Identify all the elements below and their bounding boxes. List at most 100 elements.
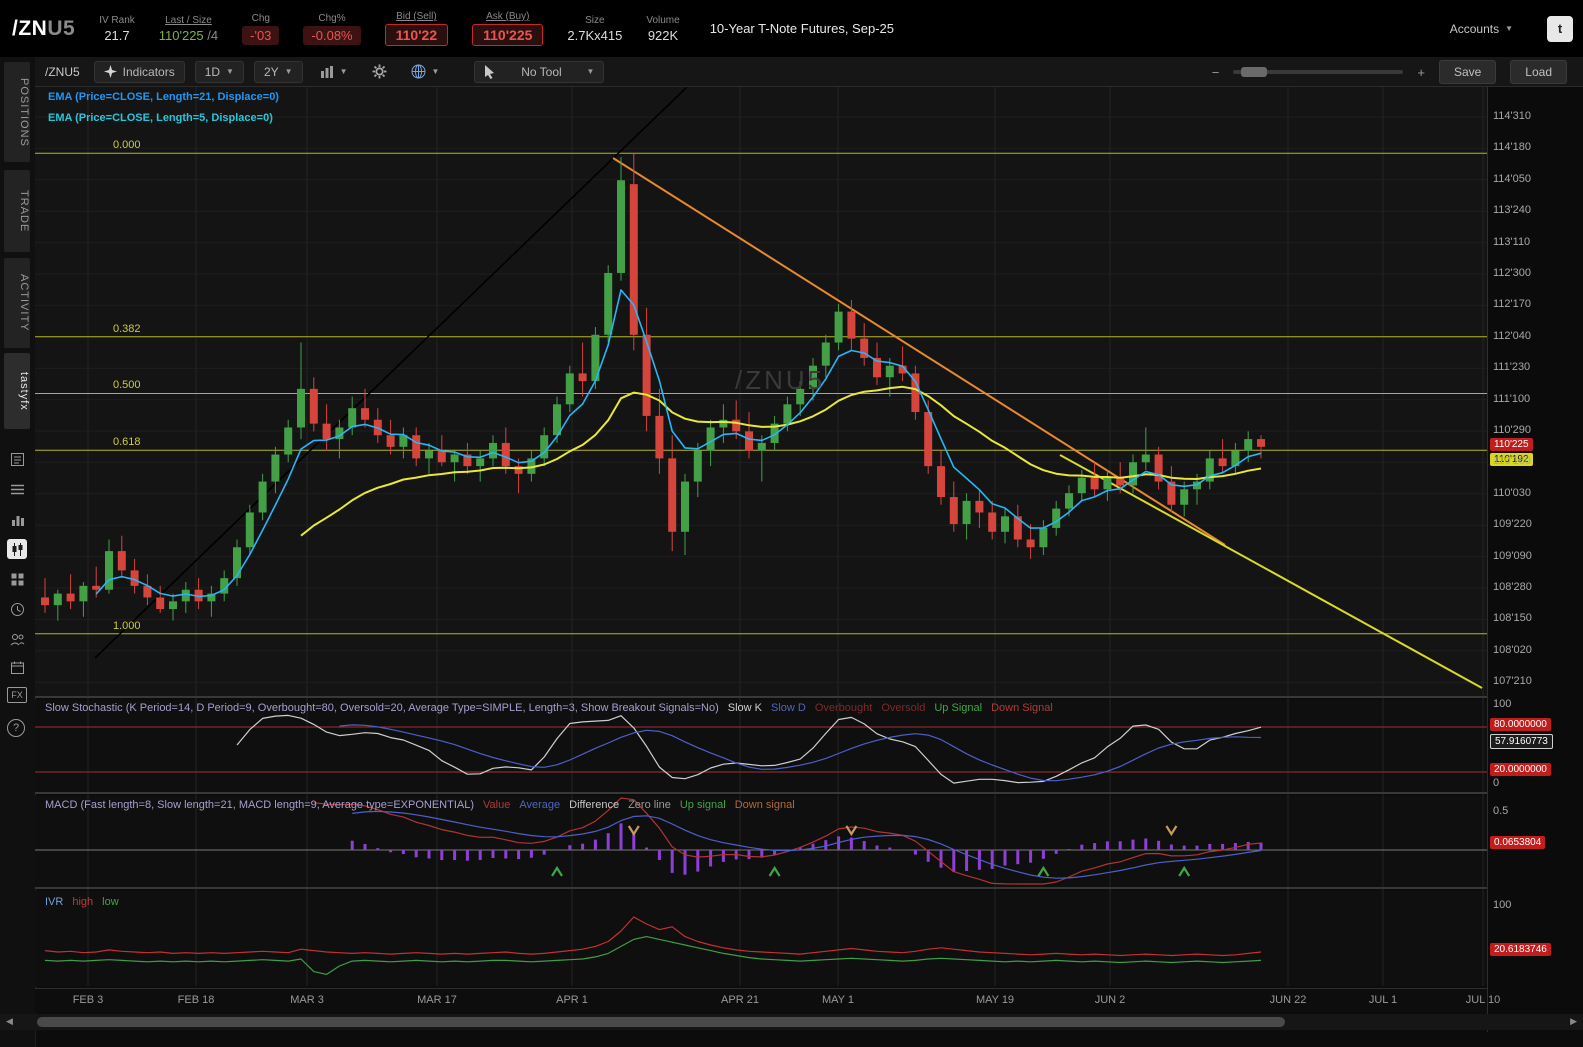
- iv-rank-value: 21.7: [104, 27, 130, 43]
- indicators-button[interactable]: Indicators: [93, 60, 185, 83]
- compare-grid-icon: [411, 64, 425, 79]
- chart-scrollbar[interactable]: ◀ ▶: [0, 1014, 1583, 1030]
- price-axis-label: 112'170: [1493, 298, 1531, 311]
- chgpct-value: -0.08%: [303, 25, 361, 45]
- price-axis-label: 109'090: [1493, 549, 1532, 562]
- symbol: /ZNU5: [12, 16, 76, 40]
- contract-title: 10-Year T-Note Futures, Sep-25: [709, 21, 894, 36]
- stoch-axis-top: 100: [1493, 698, 1512, 710]
- help-icon[interactable]: ?: [7, 719, 25, 737]
- stoch-axis-bottom: 0: [1493, 777, 1500, 789]
- scrollbar-handle[interactable]: [37, 1017, 1285, 1027]
- chgpct-label: Chg%: [318, 12, 346, 24]
- last-price: 110'225: [158, 27, 204, 43]
- iv-rank-label: IV Rank: [99, 14, 135, 26]
- price-axis-label: 112'040: [1493, 329, 1531, 342]
- price-axis-label: 110'030: [1493, 486, 1531, 499]
- app-badge-icon[interactable]: t: [1547, 15, 1573, 42]
- chevron-down-icon: ▼: [586, 67, 595, 76]
- time-axis-label: JUL 1: [1368, 994, 1398, 1006]
- chg-value: -'03: [242, 25, 280, 45]
- fx-icon[interactable]: FX: [7, 687, 27, 703]
- timeframe-dropdown[interactable]: 1D ▼: [194, 60, 244, 83]
- price-axis-label: 110'160: [1493, 455, 1531, 468]
- calendar-icon[interactable]: [7, 657, 27, 677]
- chart-settings-button[interactable]: [365, 61, 394, 82]
- sidebar-tab-activity[interactable]: ACTIVITY: [4, 258, 30, 348]
- price-axis-label: 107'210: [1493, 675, 1532, 688]
- price-axis-label: 112'300: [1493, 267, 1531, 279]
- load-button[interactable]: Load: [1510, 60, 1567, 84]
- size-value: 2.7Kx415: [567, 27, 623, 43]
- ask-label: Ask (Buy): [486, 11, 530, 22]
- bid-button[interactable]: 110'22: [384, 24, 449, 46]
- ivr-axis-top: 100: [1493, 899, 1512, 911]
- chevron-down-icon: ▼: [339, 67, 348, 76]
- price-chart-canvas[interactable]: [35, 87, 1487, 986]
- ask-button[interactable]: 110'225: [472, 24, 544, 46]
- last-size: /4: [207, 27, 219, 43]
- news-icon[interactable]: [7, 449, 27, 469]
- zoom-in-button[interactable]: +: [1417, 65, 1425, 80]
- stoch-oversold-tag: 20.0000000: [1490, 763, 1551, 776]
- history-clock-icon[interactable]: [7, 599, 27, 619]
- chevron-down-icon: ▼: [431, 67, 440, 76]
- sidebar-tab-tastyfx[interactable]: tastyfx: [4, 353, 30, 429]
- accounts-dropdown[interactable]: Accounts ▼: [1450, 22, 1513, 36]
- macd-current-tag: 0.0653804: [1490, 836, 1546, 849]
- price-axis-label: 110'290: [1493, 424, 1531, 436]
- time-axis-label: MAY 1: [822, 994, 854, 1006]
- chevron-down-icon: ▼: [226, 67, 234, 76]
- price-axis-label: 108'020: [1493, 643, 1532, 656]
- time-axis-label: MAR 3: [290, 994, 324, 1006]
- follow-traders-icon[interactable]: [7, 629, 27, 649]
- price-axis-label: 114'180: [1493, 141, 1531, 154]
- indicators-star-icon: [103, 65, 117, 78]
- price-axis-label: 109'220: [1493, 518, 1532, 531]
- scroll-left-icon[interactable]: ◀: [6, 1016, 13, 1027]
- chart-type-icon: [320, 66, 333, 78]
- left-sidebar: POSITIONS TRADE ACTIVITY tastyfx FX ?: [0, 57, 36, 1047]
- volume-label: Volume: [646, 14, 680, 26]
- gear-icon: [372, 64, 386, 79]
- price-axis-label: 113'110: [1493, 235, 1531, 248]
- chevron-down-icon: ▼: [284, 67, 293, 76]
- stoch-current-tag: 57.9160773: [1490, 734, 1553, 749]
- list-icon[interactable]: [7, 479, 27, 499]
- price-axis-label: 108'150: [1493, 612, 1532, 625]
- drawing-tool-dropdown[interactable]: No Tool ▼: [474, 60, 605, 83]
- time-axis-label: JUN 22: [1269, 994, 1307, 1006]
- bid-label: Bid (Sell): [396, 11, 437, 22]
- range-dropdown[interactable]: 2Y ▼: [253, 60, 303, 83]
- bar-chart-icon[interactable]: [7, 509, 27, 529]
- price-axis-label: 114'050: [1493, 172, 1531, 185]
- time-axis-label: JUN 2: [1094, 994, 1126, 1006]
- zoom-slider-handle[interactable]: [1241, 67, 1268, 77]
- chart-type-dropdown[interactable]: ▼: [313, 62, 355, 81]
- time-axis[interactable]: FEB 3 FEB 18 MAR 3 MAR 17 APR 1 APR 21 MAY 1 MA…: [35, 988, 1500, 1013]
- volume-value: 922K: [647, 27, 679, 43]
- sidebar-tab-positions[interactable]: POSITIONS: [4, 62, 30, 162]
- last-price-tag: 110'225: [1490, 438, 1533, 451]
- sidebar-tab-trade[interactable]: TRADE: [4, 170, 30, 252]
- time-axis-label: JUL 10: [1465, 994, 1501, 1006]
- compare-dropdown[interactable]: ▼: [404, 61, 447, 82]
- save-button[interactable]: Save: [1438, 60, 1497, 84]
- stoch-overbought-tag: 80.0000000: [1490, 718, 1551, 731]
- chevron-down-icon: ▼: [1505, 24, 1513, 33]
- price-axis-label: 114'310: [1493, 110, 1531, 122]
- price-axis-label: 113'240: [1493, 204, 1531, 217]
- macd-axis-top: 0.5: [1493, 805, 1509, 817]
- candlestick-chart-icon[interactable]: [7, 539, 27, 559]
- zoom-slider[interactable]: [1233, 67, 1404, 77]
- grid-icon[interactable]: [7, 569, 27, 589]
- time-axis-label: APR 1: [556, 994, 588, 1006]
- price-axis[interactable]: 110'225 110'192 100 80.0000000 57.916077…: [1487, 87, 1583, 1032]
- scroll-right-icon[interactable]: ▶: [1570, 1016, 1577, 1027]
- time-axis-label: MAY 19: [975, 994, 1015, 1006]
- quote-header: /ZNU5 IV Rank 21.7 Last / Size 110'225 /…: [0, 0, 1583, 57]
- zoom-out-button[interactable]: −: [1212, 65, 1220, 80]
- time-axis-label: FEB 18: [177, 994, 215, 1006]
- ivr-current-tag: 20.6183746: [1490, 943, 1551, 956]
- cursor-icon: [485, 64, 495, 79]
